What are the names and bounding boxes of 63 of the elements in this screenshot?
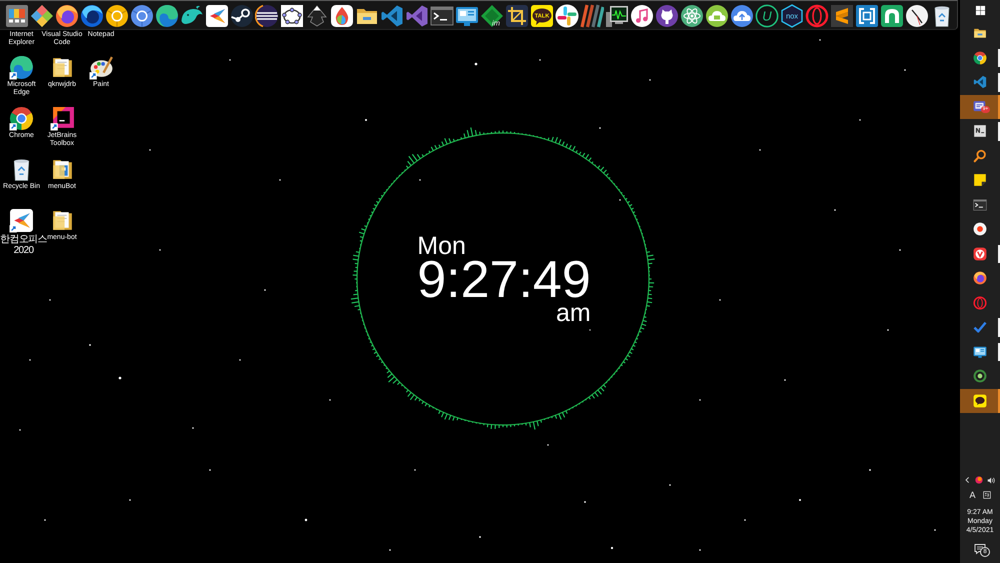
segmented-circle-icon[interactable] (104, 4, 128, 28)
wave-circle-icon[interactable] (154, 4, 178, 28)
meridiem-label: am (556, 302, 591, 324)
segmented-circle-icon (973, 50, 987, 65)
monitor-icon (973, 344, 987, 359)
chat-window-icon (973, 100, 987, 114)
palette-icon[interactable] (88, 55, 114, 80)
time-label: 9:27:49 (417, 258, 591, 302)
speaker-icon[interactable] (987, 476, 996, 484)
piston-circle-icon[interactable] (230, 4, 254, 28)
arch-tile-icon[interactable] (880, 4, 904, 28)
taskbar-app-button[interactable] (960, 388, 1000, 413)
letter-circle-icon[interactable]: U (754, 4, 778, 28)
crop-icon[interactable] (504, 4, 528, 28)
ring-icon (973, 296, 987, 310)
music-note-icon[interactable] (630, 4, 654, 28)
wave-circle-icon[interactable] (9, 55, 34, 80)
atom-icon[interactable] (680, 4, 704, 28)
hash-blocks-icon[interactable] (554, 4, 578, 28)
cloud-icon[interactable] (730, 4, 754, 28)
slanted-stripes-icon[interactable] (580, 4, 604, 28)
chevron-icon[interactable] (964, 476, 971, 484)
segmented-circle-icon[interactable] (9, 106, 34, 131)
speech-bubble-icon (973, 394, 987, 408)
paint-drop-icon[interactable] (330, 4, 354, 28)
diamond-tools-icon[interactable] (30, 4, 54, 28)
app-tiles-icon[interactable] (4, 4, 28, 28)
code-ribbon-icon (973, 75, 987, 90)
cat-silhouette-icon[interactable] (654, 4, 678, 28)
code-ribbon-icon[interactable] (380, 4, 404, 28)
striped-sphere-icon[interactable] (254, 4, 278, 28)
pentagon-nodes-icon[interactable] (280, 4, 304, 28)
day-label: Mon (417, 234, 466, 258)
folder-icon (973, 26, 987, 40)
bracket-square-icon[interactable] (854, 4, 878, 28)
fox-globe-icon[interactable] (54, 4, 78, 28)
shortcut-label[interactable]: 한컴오피스 2020 (0, 234, 48, 256)
terminal-icon (973, 198, 987, 212)
input-mode-indicator[interactable]: A (969, 490, 976, 500)
color-ball-icon[interactable] (975, 476, 983, 484)
monitor-graph-icon[interactable] (604, 4, 628, 28)
zigzag-stripes-icon[interactable] (830, 4, 854, 28)
arrow-tile-icon[interactable] (9, 208, 34, 233)
dot-circle-icon (973, 222, 987, 236)
fox-globe-icon[interactable] (80, 4, 104, 28)
ring-icon[interactable] (804, 4, 828, 28)
magnifier-icon (973, 148, 987, 163)
infinity-ribbon-icon[interactable] (404, 4, 428, 28)
mountain-drop-icon[interactable] (304, 4, 328, 28)
start-icon[interactable] (974, 5, 986, 16)
chevron-tile-icon (973, 246, 987, 261)
cube-tile-icon[interactable] (50, 106, 74, 131)
note-tile-icon (973, 124, 987, 138)
segmented-circle-icon[interactable] (130, 4, 154, 28)
checkmark-icon (973, 320, 987, 334)
clock-icon[interactable] (904, 4, 928, 28)
fox-globe-icon (973, 271, 987, 286)
sticky-note-icon (973, 173, 987, 188)
ring-circle-icon (973, 369, 987, 384)
terminal-icon[interactable] (430, 4, 454, 28)
cloud-icon[interactable] (704, 4, 728, 28)
arrow-tile-icon[interactable] (204, 4, 228, 28)
ime-mode-icon[interactable] (982, 491, 990, 499)
